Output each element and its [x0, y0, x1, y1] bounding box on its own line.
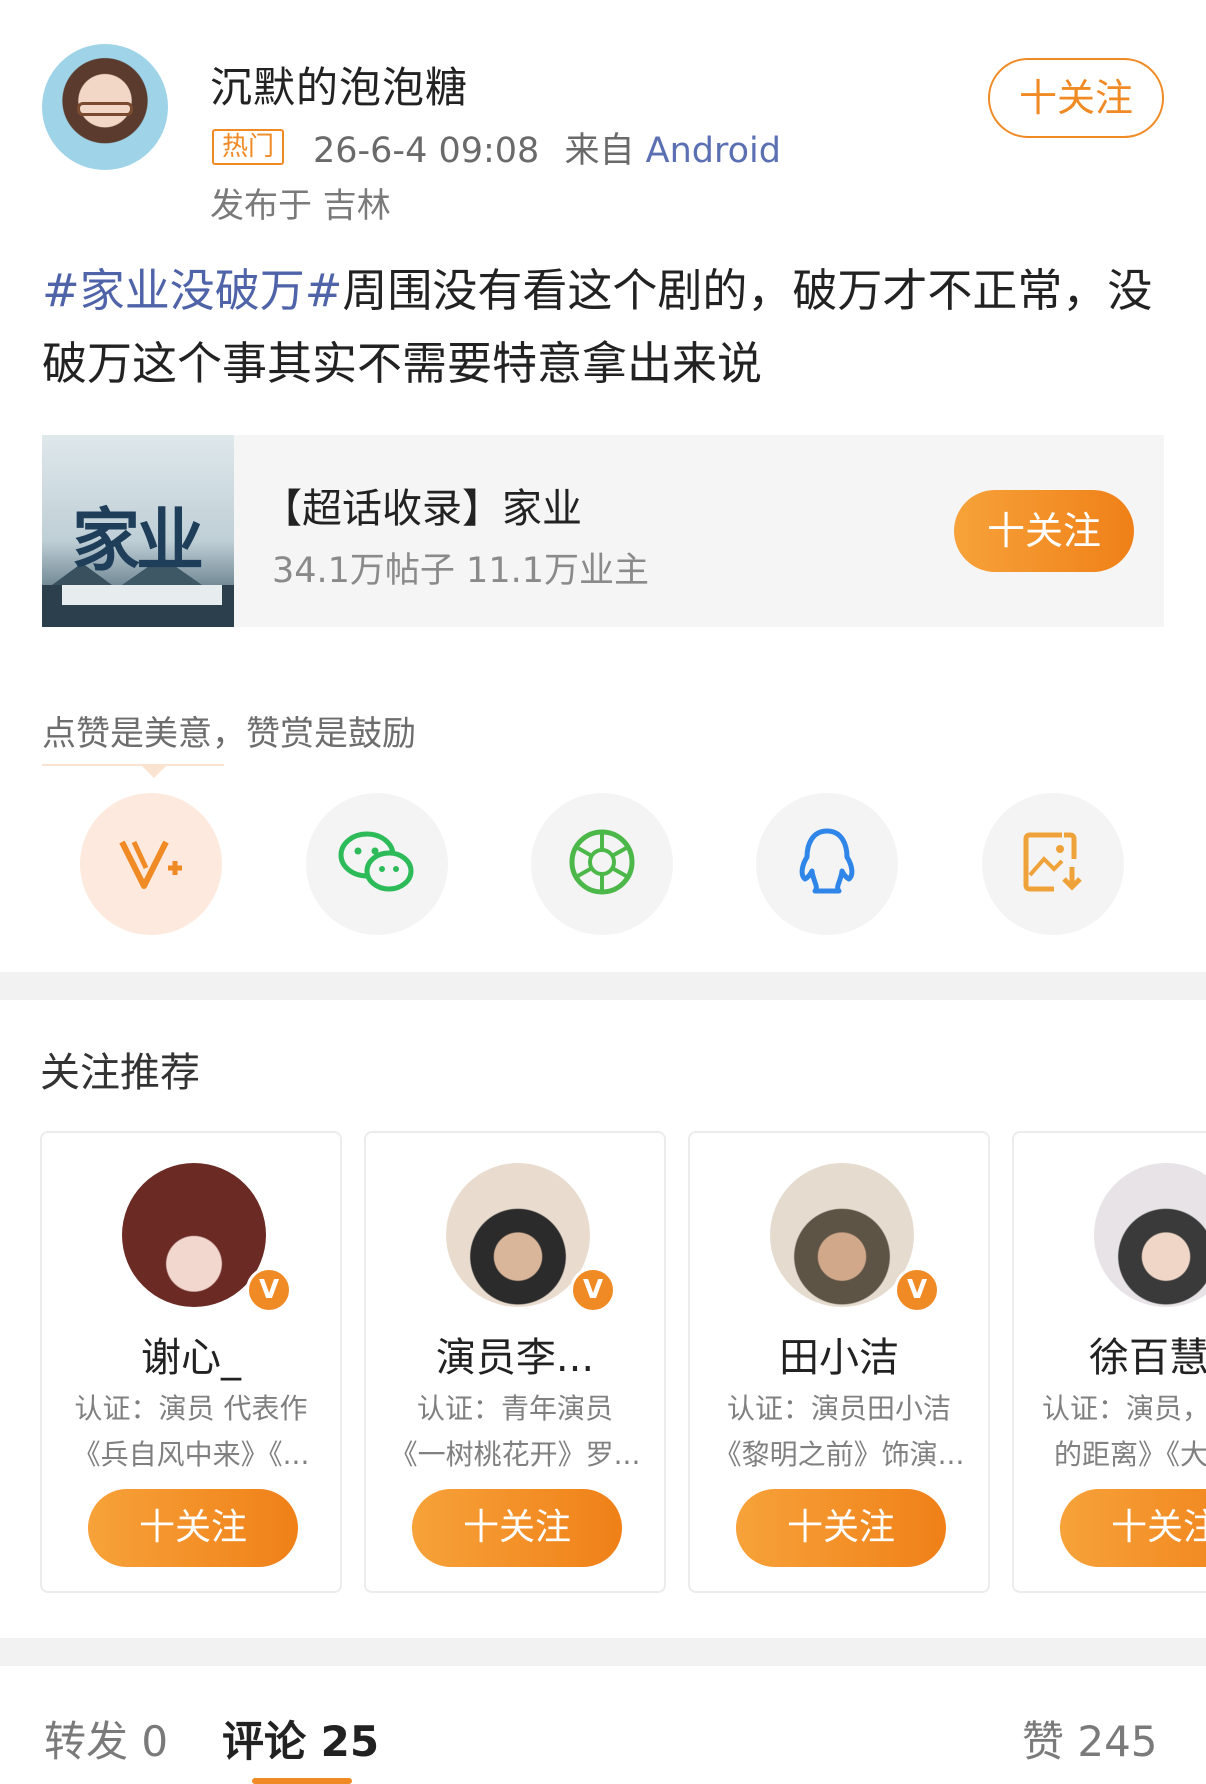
post-time: 26-6-4 09:08 — [313, 131, 540, 171]
wechat-icon — [337, 829, 417, 899]
recommend-desc: 的距离》《大 — [1054, 1438, 1206, 1471]
active-tab-indicator — [252, 1778, 352, 1784]
hot-badge: 热门 — [212, 129, 285, 165]
share-qq-button[interactable] — [756, 793, 898, 935]
recommend-card[interactable]: 徐百慧 认证：演员， 的距离》《大 十关注 — [1012, 1131, 1206, 1593]
username[interactable]: 沉默的泡泡糖 — [210, 54, 468, 115]
section-divider — [0, 972, 1206, 1000]
super-topic-thumbnail: 家业 — [42, 435, 234, 627]
v-plus-icon — [116, 832, 186, 896]
recommend-desc: 认证：演员 代表作 — [74, 1392, 308, 1425]
recommend-desc: 认证：演员， — [1042, 1392, 1206, 1425]
recommend-card[interactable]: V 谢心_ 认证：演员 代表作 《兵自风中来》《... 十关注 — [40, 1131, 342, 1593]
moments-icon — [567, 827, 637, 901]
recommend-avatar[interactable] — [770, 1163, 914, 1307]
user-avatar[interactable] — [42, 44, 168, 170]
section-divider — [0, 1638, 1206, 1666]
recommend-follow-button[interactable]: 十关注 — [1060, 1489, 1206, 1567]
weibo-reward-button[interactable] — [80, 793, 222, 935]
recommend-follow-button[interactable]: 十关注 — [412, 1489, 622, 1567]
recommend-name[interactable]: 谢心_ — [42, 1325, 340, 1383]
recommend-card[interactable]: V 演员李... 认证：青年演员 《一树桃花开》罗... 十关注 — [364, 1131, 666, 1593]
qq-icon — [797, 827, 857, 901]
save-image-button[interactable] — [982, 793, 1124, 935]
recommend-desc: 《黎明之前》饰演... — [713, 1438, 965, 1471]
recommend-name[interactable]: 徐百慧 — [1089, 1325, 1206, 1383]
tip-underline — [42, 764, 224, 766]
recommend-name[interactable]: 田小洁 — [690, 1325, 988, 1383]
recommend-name[interactable]: 演员李... — [366, 1325, 664, 1383]
share-wechat-button[interactable] — [306, 793, 448, 935]
super-topic-stats: 34.1万帖子 11.1万业主 — [272, 551, 649, 591]
from-prefix: 来自 — [564, 131, 635, 171]
avatar-glasses — [77, 102, 133, 116]
verified-icon: V — [246, 1267, 292, 1313]
follow-user-button[interactable]: 十关注 — [988, 58, 1164, 138]
reward-tip: 点赞是美意，赞赏是鼓励 — [42, 714, 416, 754]
recommend-avatar[interactable] — [1094, 1163, 1206, 1307]
post-meta: 26-6-4 09:08 来自 Android — [313, 122, 781, 173]
hashtag-link[interactable]: #家业没破万# — [42, 264, 342, 317]
share-moments-button[interactable] — [531, 793, 673, 935]
from-device[interactable]: Android — [646, 131, 781, 171]
recommend-card[interactable]: V 田小洁 认证：演员田小洁 《黎明之前》饰演... 十关注 — [688, 1131, 990, 1593]
save-image-icon — [1020, 829, 1086, 899]
post-location: 发布于 吉林 — [210, 186, 391, 226]
tip-arrow — [140, 764, 168, 778]
verified-icon: V — [570, 1267, 616, 1313]
verified-icon: V — [894, 1267, 940, 1313]
tab-comment[interactable]: 评论 25 — [222, 1708, 379, 1769]
super-topic-title[interactable]: 【超话收录】家业 — [262, 476, 582, 534]
recommend-avatar[interactable] — [446, 1163, 590, 1307]
post-content: #家业没破万#周围没有看这个剧的，破万才不正常，没破万这个事其实不需要特意拿出来… — [42, 254, 1162, 400]
recommend-avatar[interactable] — [122, 1163, 266, 1307]
thumb-text: 家业 — [72, 501, 204, 581]
super-topic-follow-button[interactable]: 十关注 — [954, 490, 1134, 572]
recommend-follow-button[interactable]: 十关注 — [88, 1489, 298, 1567]
recommend-desc: 认证：演员田小洁 — [726, 1392, 951, 1425]
recommend-desc: 《一树桃花开》罗... — [389, 1438, 641, 1471]
recommend-follow-button[interactable]: 十关注 — [736, 1489, 946, 1567]
recommend-desc: 《兵自风中来》《... — [72, 1438, 310, 1471]
recommend-title: 关注推荐 — [40, 1050, 200, 1096]
recommend-desc: 认证：青年演员 — [416, 1392, 613, 1425]
tab-like[interactable]: 赞 245 — [1022, 1708, 1158, 1769]
tab-repost[interactable]: 转发 0 — [44, 1708, 168, 1769]
